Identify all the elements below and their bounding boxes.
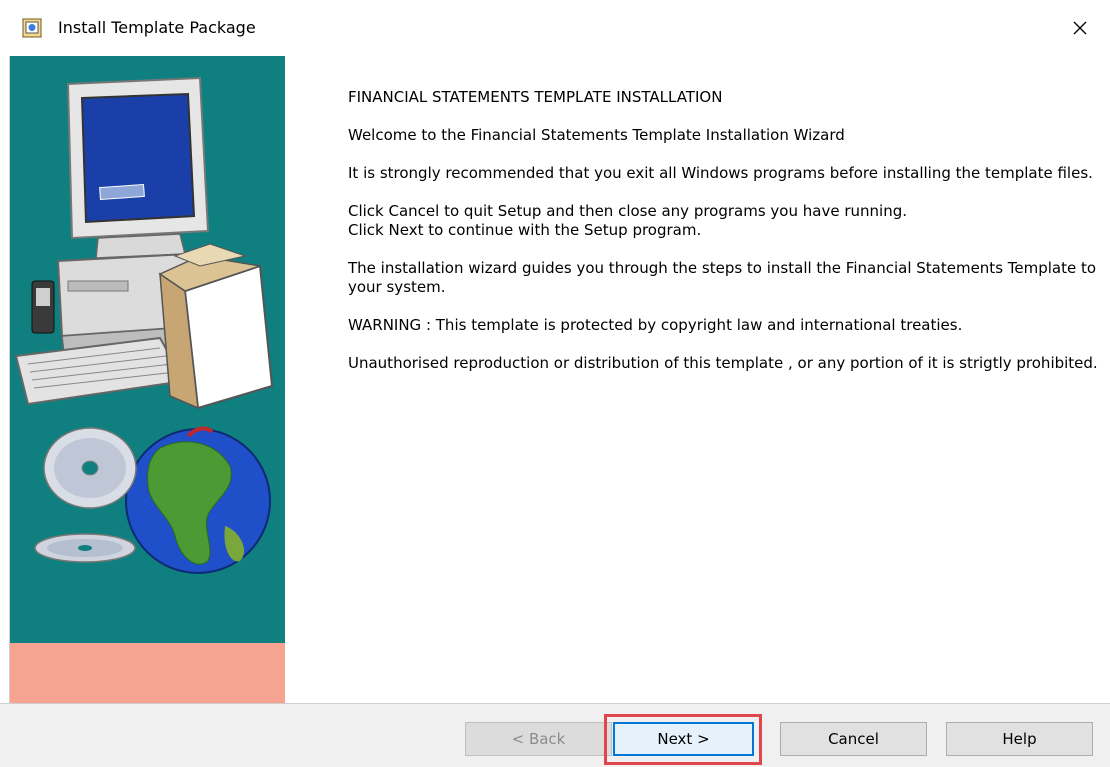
- window-left-edge: [0, 56, 10, 767]
- wizard-content: FINANCIAL STATEMENTS TEMPLATE INSTALLATI…: [348, 88, 1098, 392]
- next-instruction: Click Next to continue with the Setup pr…: [348, 221, 702, 239]
- wizard-side-panel: [10, 56, 285, 703]
- recommendation-text: It is strongly recommended that you exit…: [348, 164, 1093, 182]
- next-button[interactable]: Next >: [613, 722, 754, 756]
- title-bar[interactable]: Install Template Package: [0, 0, 1110, 56]
- guide-text: The installation wizard guides you throu…: [348, 259, 1097, 296]
- install-dialog-window: Install Template Package FINANCIAL STATE…: [0, 0, 1110, 767]
- side-panel-salmon: [10, 643, 285, 703]
- window-title: Install Template Package: [58, 18, 256, 37]
- warning-text: WARNING : This template is protected by …: [348, 316, 963, 334]
- globe-icon: [125, 426, 271, 574]
- help-button[interactable]: Help: [946, 722, 1093, 756]
- setup-illustration: [14, 76, 274, 574]
- welcome-text: Welcome to the Financial Statements Temp…: [348, 126, 845, 144]
- cd-disc-icon: [34, 427, 137, 563]
- unauthorised-text: Unauthorised reproduction or distributio…: [348, 354, 1098, 372]
- app-icon: [22, 18, 42, 38]
- instructions-text: Click Cancel to quit Setup and then clos…: [348, 202, 1098, 240]
- close-button[interactable]: [1050, 0, 1110, 56]
- software-box-icon: [158, 243, 274, 410]
- wizard-heading: FINANCIAL STATEMENTS TEMPLATE INSTALLATI…: [348, 88, 723, 106]
- close-icon: [1073, 21, 1087, 35]
- cancel-instruction: Click Cancel to quit Setup and then clos…: [348, 202, 907, 220]
- back-button[interactable]: < Back: [465, 722, 612, 756]
- cancel-button[interactable]: Cancel: [780, 722, 927, 756]
